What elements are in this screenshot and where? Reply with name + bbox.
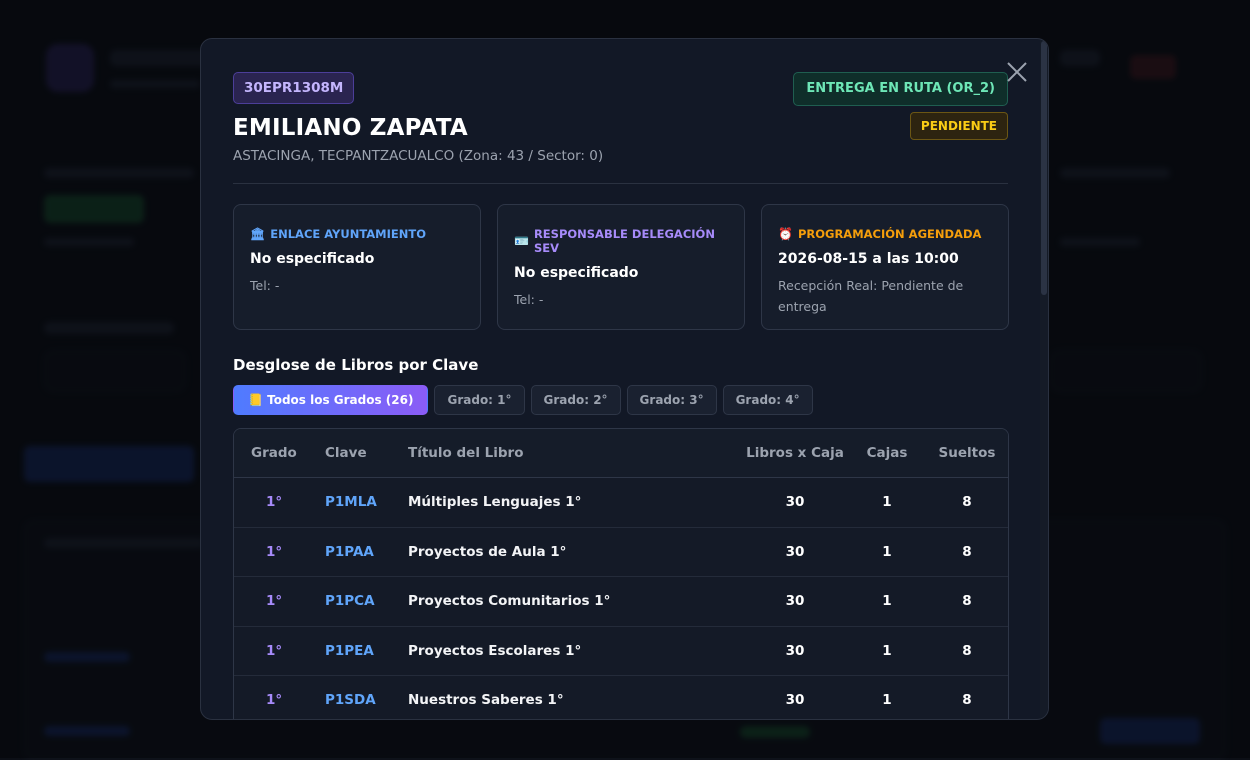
cell-clave: P1MLA — [325, 477, 408, 528]
close-button[interactable] — [1004, 59, 1030, 85]
col-header-grado: Grado — [234, 429, 325, 478]
cell-grado: 1° — [234, 675, 325, 719]
cell-cajas: 1 — [848, 576, 926, 627]
cell-titulo: Nuestros Saberes 1° — [408, 675, 742, 719]
col-header-libros-caja: Libros x Caja — [742, 429, 848, 478]
col-header-cajas: Cajas — [848, 429, 926, 478]
card-programacion-agendada: ⏰ PROGRAMACIÓN AGENDADA 2026-08-15 a las… — [761, 204, 1009, 330]
table-row: 1° P1MLA Múltiples Lenguajes 1° 30 1 8 — [234, 477, 1008, 528]
section-title: Desglose de Libros por Clave — [233, 356, 479, 374]
filter-grado-2[interactable]: Grado: 2° — [530, 385, 621, 415]
cell-sueltos: 8 — [926, 527, 1008, 577]
school-location: ASTACINGA, TECPANTZACUALCO (Zona: 43 / S… — [233, 148, 604, 164]
building-icon: 🏛 — [250, 227, 266, 241]
cell-titulo: Proyectos Escolares 1° — [408, 626, 742, 676]
cell-libros-caja: 30 — [742, 527, 848, 577]
card-value: 2026-08-15 a las 10:00 — [778, 251, 959, 267]
cell-sueltos: 8 — [926, 675, 1008, 719]
cell-cajas: 1 — [848, 675, 926, 719]
card-title: PROGRAMACIÓN AGENDADA — [797, 227, 982, 241]
cell-grado: 1° — [234, 477, 325, 528]
cell-libros-caja: 30 — [742, 477, 848, 528]
school-detail-modal: 30EPR1308M ENTREGA EN RUTA (OR_2) PENDIE… — [200, 38, 1049, 720]
cell-clave: P1PAA — [325, 527, 408, 577]
card-reception: Recepción Real: Pendiente de entrega — [778, 278, 964, 314]
cell-titulo: Proyectos Comunitarios 1° — [408, 576, 742, 627]
status-badge: PENDIENTE — [909, 112, 1008, 140]
school-name: EMILIANO ZAPATA — [233, 115, 468, 141]
card-phone: Tel: - — [514, 292, 544, 307]
cell-libros-caja: 30 — [742, 576, 848, 627]
cell-libros-caja: 30 — [742, 626, 848, 676]
col-header-sueltos: Sueltos — [926, 429, 1008, 478]
filter-grado-3[interactable]: Grado: 3° — [626, 385, 717, 415]
cell-libros-caja: 30 — [742, 675, 848, 719]
card-title: RESPONSABLE DELEGACIÓN SEV — [533, 227, 715, 255]
alarm-clock-icon: ⏰ — [778, 227, 793, 241]
card-value: No especificado — [514, 265, 639, 281]
route-badge: ENTREGA EN RUTA (OR_2) — [793, 72, 1008, 106]
cell-grado: 1° — [234, 626, 325, 676]
card-value: No especificado — [250, 251, 375, 267]
divider — [233, 183, 1008, 184]
table-row: 1° P1SDA Nuestros Saberes 1° 30 1 8 — [234, 675, 1008, 719]
filter-todos-grados[interactable]: 📒 Todos los Grados (26) — [233, 385, 429, 415]
table-row: 1° P1PAA Proyectos de Aula 1° 30 1 8 — [234, 527, 1008, 577]
card-enlace-ayuntamiento: 🏛 ENLACE AYUNTAMIENTO No especificado Te… — [233, 204, 481, 330]
cell-clave: P1SDA — [325, 675, 408, 719]
modal-content: 30EPR1308M ENTREGA EN RUTA (OR_2) PENDIE… — [201, 39, 1048, 719]
close-icon — [1007, 62, 1027, 82]
school-code-badge: 30EPR1308M — [233, 72, 355, 104]
cell-cajas: 1 — [848, 626, 926, 676]
filter-grado-4[interactable]: Grado: 4° — [722, 385, 813, 415]
card-title: ENLACE AYUNTAMIENTO — [270, 227, 427, 241]
cell-clave: P1PCA — [325, 576, 408, 627]
cell-titulo: Múltiples Lenguajes 1° — [408, 477, 742, 528]
cell-grado: 1° — [234, 527, 325, 577]
col-header-titulo: Título del Libro — [408, 429, 742, 478]
cell-sueltos: 8 — [926, 626, 1008, 676]
cell-cajas: 1 — [848, 527, 926, 577]
cell-cajas: 1 — [848, 477, 926, 528]
col-header-clave: Clave — [325, 429, 408, 478]
card-phone: Tel: - — [250, 278, 280, 293]
cell-grado: 1° — [234, 576, 325, 627]
cell-clave: P1PEA — [325, 626, 408, 676]
modal-scrollbar[interactable] — [1040, 39, 1048, 719]
cell-titulo: Proyectos de Aula 1° — [408, 527, 742, 577]
card-responsable-delegacion: 🪪 RESPONSABLE DELEGACIÓN SEV No especifi… — [497, 204, 745, 330]
table-header-row: Grado Clave Título del Libro Libros x Ca… — [234, 429, 1008, 478]
filter-grado-1[interactable]: Grado: 1° — [434, 385, 525, 415]
grade-filter-tabs: 📒 Todos los Grados (26) Grado: 1° Grado:… — [233, 385, 813, 415]
scrollbar-thumb[interactable] — [1041, 41, 1047, 295]
books-table: Grado Clave Título del Libro Libros x Ca… — [233, 428, 1009, 719]
table-row: 1° P1PCA Proyectos Comunitarios 1° 30 1 … — [234, 576, 1008, 627]
cell-sueltos: 8 — [926, 477, 1008, 528]
table-row: 1° P1PEA Proyectos Escolares 1° 30 1 8 — [234, 626, 1008, 676]
cell-sueltos: 8 — [926, 576, 1008, 627]
id-badge-icon: 🪪 — [514, 234, 529, 248]
